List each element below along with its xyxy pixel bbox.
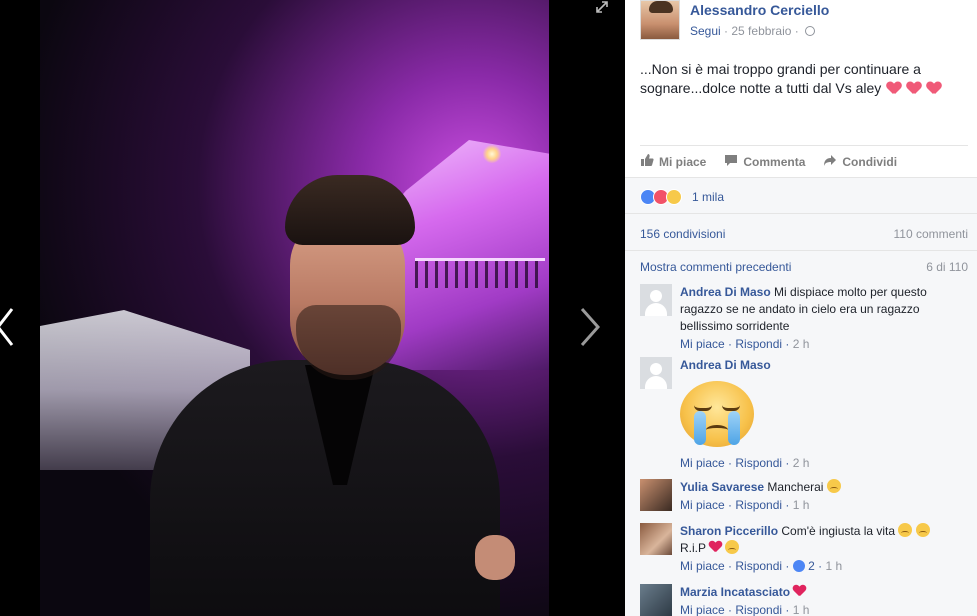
- comment-icon: [724, 153, 743, 170]
- next-photo-button[interactable]: [578, 305, 602, 349]
- comment-reply-link[interactable]: Rispondi: [735, 559, 782, 573]
- commenter-name[interactable]: Yulia Savarese: [680, 480, 764, 494]
- comments-count[interactable]: 110 commenti: [894, 227, 968, 241]
- post-text: ...Non si è mai troppo grandi per contin…: [640, 60, 965, 98]
- comment-like-link[interactable]: Mi piace: [680, 498, 725, 512]
- sad-reaction-icon: [666, 189, 682, 205]
- previous-photo-button[interactable]: [0, 305, 16, 349]
- follow-link[interactable]: Segui: [690, 24, 721, 38]
- comment-text: Com'è ingiusta la vita: [781, 524, 896, 538]
- post-date[interactable]: · 25 febbraio ·: [724, 24, 799, 38]
- shares-bar: 156 condivisioni 110 commenti: [625, 213, 977, 250]
- comment-time[interactable]: 1 h: [793, 498, 810, 512]
- comment-text: Mancherai: [767, 480, 824, 494]
- comment-meta: Mi piace · Rispondi · 1 h: [680, 498, 810, 512]
- comment-time[interactable]: 1 h: [793, 603, 810, 616]
- comment-meta: Mi piace · Rispondi · 2 h: [680, 456, 810, 470]
- comment-time[interactable]: 2 h: [793, 337, 810, 351]
- comment-like-link[interactable]: Mi piace: [680, 456, 725, 470]
- like-button[interactable]: Mi piace: [640, 153, 706, 170]
- commenter-avatar[interactable]: [640, 479, 672, 511]
- share-arrow-icon: [823, 153, 842, 170]
- post-actions: Mi piace Commenta Condividi: [640, 145, 968, 177]
- post-header: Alessandro Cerciello Segui · 25 febbraio…: [640, 0, 970, 45]
- sad-emoji-icon: [725, 540, 740, 554]
- globe-icon: [805, 26, 816, 36]
- commenter-avatar[interactable]: [640, 284, 672, 316]
- share-button[interactable]: Condividi: [823, 153, 897, 170]
- expand-icon: [595, 1, 609, 17]
- comment-reply-link[interactable]: Rispondi: [735, 337, 782, 351]
- heart-emoji-icon: [907, 82, 921, 94]
- comment-reply-link[interactable]: Rispondi: [735, 456, 782, 470]
- heart-emoji-icon: [887, 82, 901, 94]
- author-name[interactable]: Alessandro Cerciello: [690, 2, 829, 18]
- photo-person: [120, 175, 515, 616]
- heart-emoji-icon: [927, 82, 941, 94]
- commenter-avatar[interactable]: [640, 584, 672, 616]
- photo-viewer: [0, 0, 625, 616]
- crying-sticker: [680, 381, 754, 447]
- sad-emoji-icon: [898, 523, 913, 537]
- show-previous-comments-link[interactable]: Mostra commenti precedenti: [640, 260, 791, 274]
- reaction-icons[interactable]: [640, 189, 682, 205]
- commenter-name[interactable]: Andrea Di Maso: [680, 285, 771, 299]
- commenter-avatar[interactable]: [640, 357, 672, 389]
- comment-button[interactable]: Commenta: [724, 153, 805, 170]
- post-photo[interactable]: [40, 0, 549, 616]
- comment-like-link[interactable]: Mi piace: [680, 603, 725, 616]
- commenter-name[interactable]: Andrea Di Maso: [680, 358, 771, 372]
- comment-like-count[interactable]: 2: [808, 559, 815, 573]
- expand-button[interactable]: [595, 0, 609, 14]
- comment-text-line2: R.i.P: [680, 541, 706, 555]
- comment-meta: Mi piace · Rispondi · 1 h: [680, 603, 810, 616]
- shares-count[interactable]: 156 condivisioni: [640, 227, 725, 241]
- comment-like-link[interactable]: Mi piace: [680, 559, 725, 573]
- post-panel: Alessandro Cerciello Segui · 25 febbraio…: [625, 0, 977, 616]
- sad-emoji-icon: [915, 523, 930, 537]
- post-text-content: ...Non si è mai troppo grandi per contin…: [640, 61, 921, 96]
- chevron-left-icon: [0, 308, 16, 352]
- photo-lamp: [483, 145, 501, 163]
- comments-page-count: 6 di 110: [926, 260, 968, 274]
- like-count-icon: [792, 560, 805, 572]
- comment-time[interactable]: 2 h: [793, 456, 810, 470]
- heart-emoji-icon: [793, 585, 806, 597]
- commenter-name[interactable]: Marzia Incatasciato: [680, 585, 790, 599]
- comment-meta: Mi piace · Rispondi · 2 h: [680, 337, 810, 351]
- commenter-name[interactable]: Sharon Piccerillo: [680, 524, 778, 538]
- commenter-avatar[interactable]: [640, 523, 672, 555]
- comment-reply-link[interactable]: Rispondi: [735, 498, 782, 512]
- post-meta: Segui · 25 febbraio ·: [690, 24, 816, 38]
- comments-area: Mostra commenti precedenti 6 di 110 Andr…: [625, 250, 977, 616]
- sad-emoji-icon: [826, 479, 841, 493]
- heart-emoji-icon: [709, 541, 722, 553]
- comment-like-link[interactable]: Mi piace: [680, 337, 725, 351]
- reactions-bar: 1 mila: [625, 177, 977, 213]
- comment-time[interactable]: 1 h: [825, 559, 842, 573]
- comment-reply-link[interactable]: Rispondi: [735, 603, 782, 616]
- author-avatar[interactable]: [640, 0, 680, 40]
- comment-meta: Mi piace · Rispondi · 2 · 1 h: [680, 559, 843, 573]
- thumbs-up-icon: [640, 153, 659, 170]
- chevron-right-icon: [578, 308, 602, 352]
- reaction-count[interactable]: 1 mila: [692, 190, 724, 204]
